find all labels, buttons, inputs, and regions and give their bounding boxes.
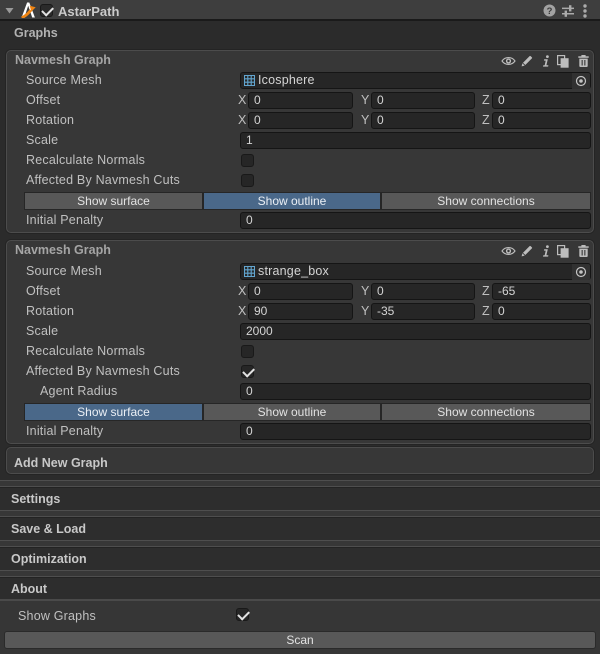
svg-text:?: ? [547,6,553,17]
